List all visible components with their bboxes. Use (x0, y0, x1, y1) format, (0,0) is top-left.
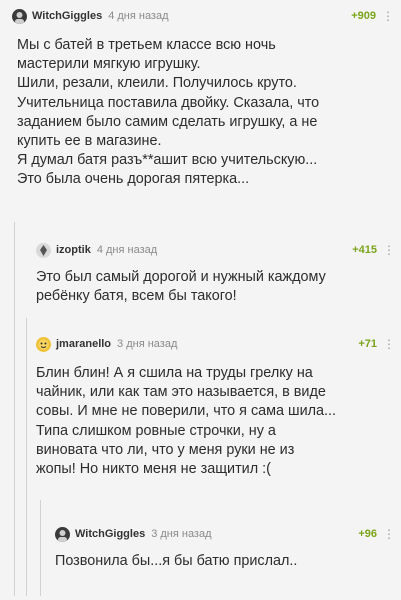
comment-header: WitchGiggles 3 дня назад +96 ⋮ (55, 525, 395, 543)
comment-rating: +415 (352, 244, 377, 256)
avatar[interactable] (36, 242, 51, 258)
more-options-icon[interactable]: ⋮ (383, 337, 395, 351)
comment-time: 3 дня назад (117, 338, 178, 350)
comment-time: 4 дня назад (108, 10, 169, 22)
comment-author[interactable]: WitchGiggles (75, 528, 145, 540)
comment-header: jmaranello 3 дня назад +71 ⋮ (36, 335, 395, 353)
comment-time: 3 дня назад (151, 528, 212, 540)
comment-rating: +71 (358, 338, 377, 350)
comment: WitchGiggles 3 дня назад +96 ⋮ Позвонила… (55, 525, 395, 571)
avatar[interactable] (55, 526, 70, 542)
comment-rating: +909 (351, 10, 376, 22)
thread-branch-line[interactable] (40, 500, 41, 596)
more-options-icon[interactable]: ⋮ (383, 527, 395, 541)
comment-author[interactable]: WitchGiggles (32, 10, 102, 22)
comment-rating: +96 (358, 528, 377, 540)
avatar[interactable] (12, 8, 27, 24)
comment-text: Мы с батей в третьем классе всю ночь мас… (17, 37, 320, 188)
comment: WitchGiggles 4 дня назад +909 ⋮ Мы с бат… (12, 7, 394, 190)
more-options-icon[interactable]: ⋮ (382, 9, 394, 23)
avatar[interactable] (36, 336, 51, 352)
comment-text: Блин блин! А я сшила на труды грелку на … (36, 365, 337, 478)
thread-branch-line[interactable] (14, 222, 15, 596)
comment-header: WitchGiggles 4 дня назад +909 ⋮ (12, 7, 394, 25)
comment-text: Позвонила бы...я бы батю прислал.. (55, 553, 298, 569)
more-options-icon[interactable]: ⋮ (383, 243, 395, 257)
comment-author[interactable]: jmaranello (56, 338, 111, 350)
comment: jmaranello 3 дня назад +71 ⋮ Блин блин! … (36, 335, 395, 479)
comment-time: 4 дня назад (96, 244, 158, 256)
comment-text: Это был самый дорогой и нужный каждому р… (36, 269, 326, 305)
comment-author[interactable]: izoptik (56, 244, 91, 256)
comment-header: izoptik 4 дня назад +415 ⋮ (36, 241, 395, 259)
comment: izoptik 4 дня назад +415 ⋮ Это был самый… (36, 241, 395, 306)
thread-branch-line[interactable] (26, 318, 27, 596)
